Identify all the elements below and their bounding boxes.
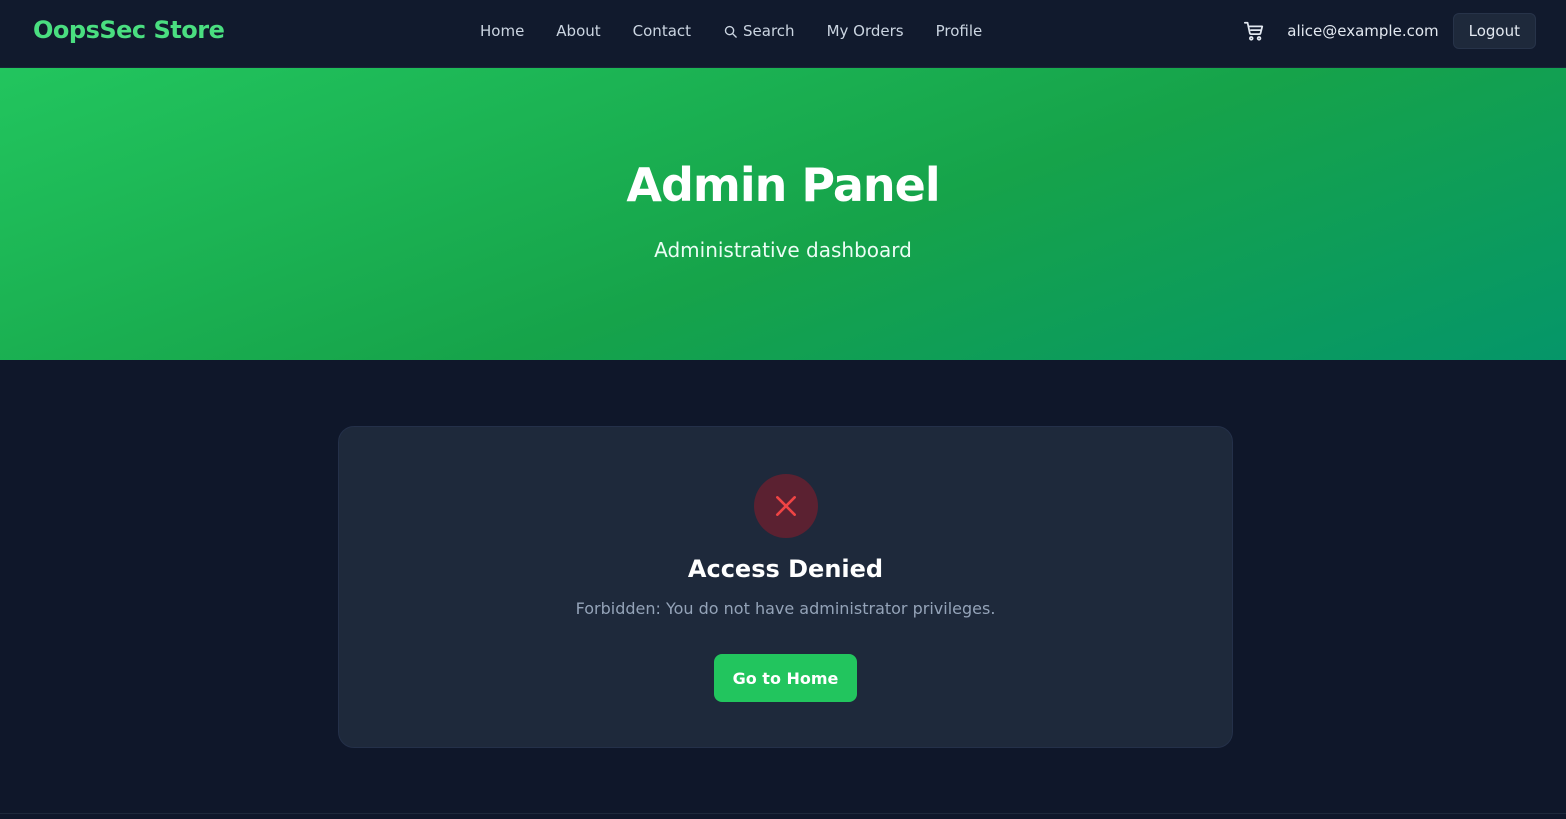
logout-button[interactable]: Logout <box>1452 13 1536 49</box>
nav-home-link[interactable]: Home <box>480 22 524 40</box>
page-title: Admin Panel <box>626 158 940 212</box>
error-icon-badge <box>754 474 818 538</box>
footer-divider <box>0 813 1566 814</box>
access-denied-card: Access Denied Forbidden: You do not have… <box>338 426 1233 748</box>
page-subtitle: Administrative dashboard <box>654 238 912 262</box>
error-title: Access Denied <box>687 555 884 583</box>
nav-orders-link[interactable]: My Orders <box>827 22 904 40</box>
search-icon <box>724 25 737 38</box>
nav-search-link[interactable]: Search <box>723 22 795 40</box>
user-email: alice@example.com <box>1287 22 1439 40</box>
cart-icon[interactable] <box>1243 20 1265 42</box>
go-home-button[interactable]: Go to Home <box>714 654 857 702</box>
x-icon <box>776 496 796 516</box>
brand-logo-link[interactable]: OopsSec Store <box>33 16 225 44</box>
nav-profile-link[interactable]: Profile <box>936 22 983 40</box>
nav-about-link[interactable]: About <box>556 22 600 40</box>
navbar: OopsSec Store Home About Contact Search … <box>0 0 1566 68</box>
main-nav: Home About Contact Search My Orders Prof… <box>480 0 1014 62</box>
error-message: Forbidden: You do not have administrator… <box>575 599 996 618</box>
nav-search-label: Search <box>743 22 795 40</box>
nav-user-area: alice@example.com Logout <box>1243 13 1536 49</box>
hero-banner: Admin Panel Administrative dashboard <box>0 68 1566 360</box>
nav-contact-link[interactable]: Contact <box>633 22 691 40</box>
